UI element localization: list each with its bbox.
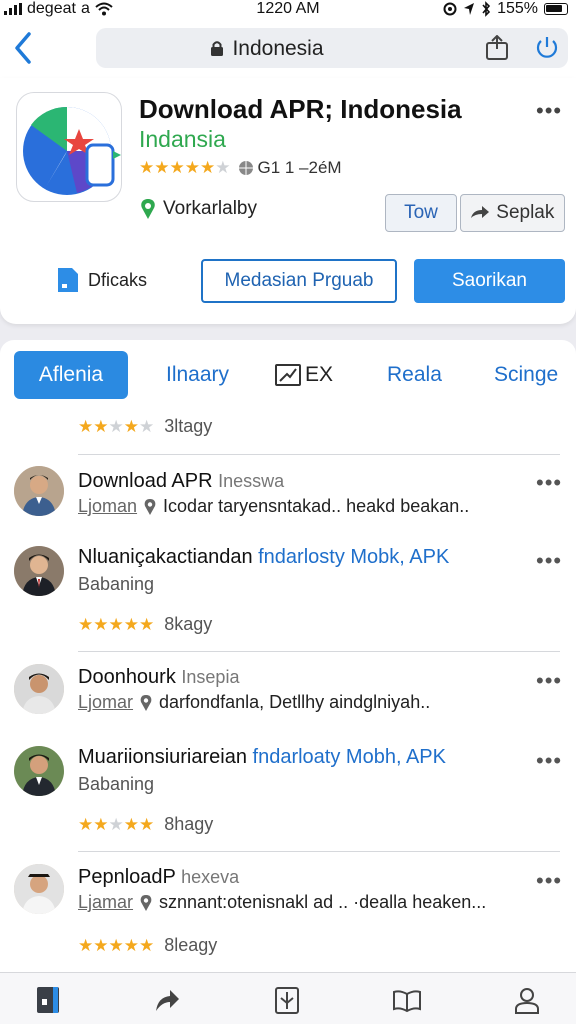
review-title: PepnloadP hexeva: [78, 866, 240, 888]
review-rating: ★★★★★ 8kagy: [78, 614, 213, 634]
bottom-nav: [0, 972, 576, 1024]
location-pin-icon: [140, 694, 152, 711]
person-icon[interactable]: [512, 985, 542, 1015]
summary-rating: ★★ ★ ★ ★ 3ltagy: [78, 416, 213, 436]
share-arrow-icon: [471, 206, 489, 218]
review-subtitle: Babaning: [78, 574, 155, 594]
status-bar: degeat a 1220 AM 155%: [0, 0, 576, 20]
rating-stars: ★★★★ ★ ★: [139, 158, 231, 177]
app-subtitle: Indansia: [139, 126, 226, 152]
reviews-panel: Aflenia Ilnaary EX Reala Scinge ★★ ★ ★ ★ 3l…: [0, 340, 576, 972]
lock-icon: [211, 41, 224, 56]
review-title: Nluaniçakactiandan fndarlosty Mobk, APK: [78, 546, 450, 568]
medasian-button[interactable]: Medasian Prguab: [201, 259, 397, 303]
browser-bar: Indonesia: [0, 20, 576, 78]
share-button[interactable]: [484, 35, 510, 61]
back-button[interactable]: [10, 30, 36, 66]
app-rating: ★★★★ ★ ★ G1 1 –2éM: [139, 158, 342, 178]
url-text: Indonesia: [232, 37, 324, 60]
app-title: Download APR; Indonesia: [139, 94, 462, 124]
dficaks-link[interactable]: Dficaks: [56, 266, 147, 294]
seplak-button[interactable]: Seplak: [460, 194, 565, 232]
tab-aflenia[interactable]: Aflenia: [14, 351, 128, 399]
address-bar[interactable]: Indonesia: [96, 28, 568, 68]
file-icon: [58, 268, 78, 292]
globe-icon: [239, 161, 254, 175]
location-pin-icon: [144, 498, 156, 515]
battery-percent: 155%: [497, 0, 538, 17]
location-arrow-icon: [464, 3, 475, 15]
avatar[interactable]: [14, 664, 64, 714]
review-rating: ★★ ★ ★★ 8hagy: [78, 814, 214, 834]
alarm-icon: [443, 2, 457, 16]
tab-scinge[interactable]: Scinge: [494, 360, 558, 390]
rating-text: G1 1 –2éM: [257, 158, 342, 177]
share-arrow-icon[interactable]: [152, 985, 182, 1015]
app-icon[interactable]: [16, 92, 122, 202]
review-rating: ★★★★★ 8leagy: [78, 935, 218, 955]
more-options-icon[interactable]: •••: [536, 470, 562, 496]
review-title: Doonhourk Insepia: [78, 666, 240, 688]
book-icon[interactable]: [34, 985, 64, 1015]
tab-reala[interactable]: Reala: [387, 360, 442, 390]
open-book-icon[interactable]: [392, 985, 422, 1015]
bluetooth-icon: [482, 1, 491, 17]
reload-button[interactable]: [534, 35, 560, 61]
app-card: Download APR; Indonesia Indansia ••• ★★★…: [0, 78, 576, 324]
review-subtitle: Babaning: [78, 774, 155, 794]
more-options-icon[interactable]: •••: [536, 548, 562, 574]
divider: [78, 851, 560, 852]
review-title: Muariionsiuriareian fndarloaty Mobh, APK: [78, 746, 446, 768]
saorikan-button[interactable]: Saorikan: [414, 259, 565, 303]
review-meta: Ljamar sznnant:otenisnakl ad .. ·dealla …: [78, 892, 487, 912]
tab-ilnaary[interactable]: Ilnaary: [166, 360, 229, 390]
review-meta: Ljoman Icodar taryensntakad.. heakd beak…: [78, 496, 470, 516]
compass-icon[interactable]: [272, 985, 302, 1015]
review-meta: Ljomar darfondfanla, Detllhy aindglniyah…: [78, 692, 431, 712]
review-title: Download APR Inesswa: [78, 470, 285, 492]
avatar[interactable]: [14, 746, 64, 796]
avatar[interactable]: [14, 864, 64, 914]
location-pin-icon: [140, 894, 152, 911]
divider: [78, 454, 560, 455]
more-options-icon[interactable]: •••: [536, 748, 562, 774]
more-options-icon[interactable]: •••: [536, 98, 562, 124]
avatar[interactable]: [14, 466, 64, 516]
tow-button[interactable]: Tow: [385, 194, 457, 232]
battery-icon: [544, 3, 568, 15]
chart-icon: [275, 364, 301, 386]
map-pin-icon: [141, 199, 155, 219]
more-options-icon[interactable]: •••: [536, 868, 562, 894]
divider: [78, 651, 560, 652]
avatar[interactable]: [14, 546, 64, 596]
more-options-icon[interactable]: •••: [536, 668, 562, 694]
tab-ex[interactable]: EX: [275, 360, 333, 390]
app-location: Vorkarlalby: [139, 198, 257, 220]
